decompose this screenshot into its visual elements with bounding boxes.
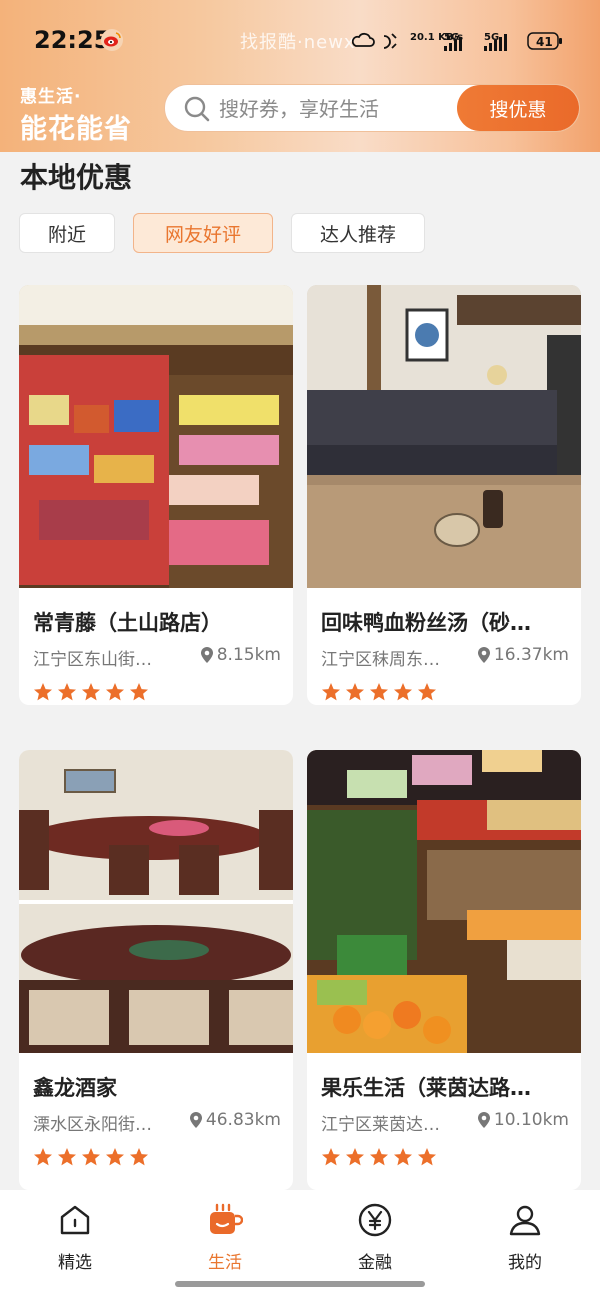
merchant-name: 常青藤（土山路店）: [33, 611, 222, 635]
star-icon: [418, 683, 436, 701]
star-icon: [106, 683, 124, 701]
brand-logo: 惠生活· 能花能省: [20, 82, 132, 146]
search-icon: [184, 96, 210, 122]
star-icon: [322, 683, 340, 701]
search-button[interactable]: 搜优惠: [457, 85, 579, 131]
status-watermark: 找报酷·newx: [240, 32, 356, 53]
merchant-distance-value: 46.83km: [205, 1110, 281, 1130]
user-icon: [509, 1205, 541, 1236]
nav-item-finance[interactable]: 金融: [320, 1200, 430, 1273]
merchant-rating: [321, 682, 441, 702]
tab-top-rated[interactable]: 网友好评: [133, 213, 273, 253]
location-pin-icon: [477, 1112, 490, 1128]
nav-item-mine[interactable]: 我的: [470, 1200, 580, 1273]
merchant-photo-fruit-store: [307, 750, 581, 1053]
merchant-distance-value: 8.15km: [216, 645, 281, 665]
app-header: 22:25 找报酷·newx 20.1 KB/s 5G 5G 41 惠生活· 能…: [0, 0, 600, 152]
merchant-name: 回味鸭血粉丝汤（砂…: [321, 611, 531, 635]
location-pin-icon: [189, 1112, 202, 1128]
merchant-rating: [33, 1147, 153, 1167]
star-icon: [82, 1148, 100, 1166]
nav-item-life[interactable]: 生活: [170, 1200, 280, 1273]
merchant-name: 果乐生活（莱茵达路…: [321, 1076, 531, 1100]
merchant-address: 江宁区东山街…: [33, 650, 152, 670]
merchant-address: 江宁区秣周东…: [321, 650, 440, 670]
star-icon: [130, 1148, 148, 1166]
weibo-notification-icon: [101, 29, 123, 51]
merchant-photo-restaurant-interior: [307, 285, 581, 588]
star-icon: [34, 683, 52, 701]
merchant-card[interactable]: 果乐生活（莱茵达路… 江宁区莱茵达… 10.10km: [307, 750, 581, 1190]
cloud-icon: [352, 32, 375, 47]
merchant-distance: 8.15km: [200, 645, 281, 665]
star-icon: [370, 683, 388, 701]
merchant-rating: [33, 682, 153, 702]
nav-label: 我的: [508, 1253, 542, 1273]
brand-title: 能花能省: [20, 114, 132, 145]
star-icon: [394, 1148, 412, 1166]
star-icon: [346, 683, 364, 701]
search-bar[interactable]: 搜优惠: [164, 84, 580, 132]
merchant-card[interactable]: 鑫龙酒家 溧水区永阳街… 46.83km: [19, 750, 293, 1190]
star-icon: [322, 1148, 340, 1166]
status-bar: 22:25 找报酷·newx 20.1 KB/s 5G 5G 41: [0, 0, 600, 80]
merchant-card[interactable]: 常青藤（土山路店） 江宁区东山街… 8.15km: [19, 285, 293, 705]
star-icon: [418, 1148, 436, 1166]
coffee-cup-icon: [210, 1203, 243, 1234]
merchant-distance: 10.10km: [477, 1110, 569, 1130]
search-input[interactable]: [219, 91, 449, 127]
status-icons-group: 20.1 KB/s 5G 5G 41: [352, 32, 562, 51]
battery-level: 41: [536, 35, 553, 49]
home-icon: [60, 1205, 90, 1235]
merchant-rating: [321, 1147, 441, 1167]
merchant-distance: 16.37km: [477, 645, 569, 665]
tab-expert-picks[interactable]: 达人推荐: [291, 213, 425, 253]
nav-item-featured[interactable]: 精选: [20, 1200, 130, 1273]
yuan-icon: [358, 1203, 392, 1237]
location-pin-icon: [200, 647, 213, 663]
merchant-distance-value: 10.10km: [493, 1110, 569, 1130]
star-icon: [58, 683, 76, 701]
home-indicator[interactable]: [175, 1281, 425, 1287]
battery-icon: 41: [527, 32, 562, 50]
merchant-distance-value: 16.37km: [493, 645, 569, 665]
tab-nearby[interactable]: 附近: [19, 213, 115, 253]
merchant-photo-store-shelves: [19, 285, 293, 588]
star-icon: [34, 1148, 52, 1166]
status-time: 22:25: [34, 26, 111, 54]
brand-tagline: 惠生活·: [20, 87, 82, 107]
merchant-address: 江宁区莱茵达…: [321, 1115, 440, 1135]
merchant-distance: 46.83km: [189, 1110, 281, 1130]
nav-label: 精选: [58, 1253, 92, 1273]
section-title: 本地优惠: [20, 161, 133, 194]
star-icon: [58, 1148, 76, 1166]
merchant-address: 溧水区永阳街…: [33, 1115, 152, 1135]
nav-label: 生活: [208, 1253, 242, 1273]
star-icon: [82, 683, 100, 701]
star-icon: [346, 1148, 364, 1166]
merchant-name: 鑫龙酒家: [33, 1076, 117, 1100]
star-icon: [130, 683, 148, 701]
star-icon: [394, 683, 412, 701]
star-icon: [370, 1148, 388, 1166]
merchant-photo-banquet-room: [19, 750, 293, 1053]
merchant-card[interactable]: 回味鸭血粉丝汤（砂… 江宁区秣周东… 16.37km: [307, 285, 581, 705]
location-pin-icon: [477, 647, 490, 663]
star-icon: [106, 1148, 124, 1166]
vibrate-icon: [383, 33, 397, 49]
nav-label: 金融: [358, 1253, 392, 1273]
